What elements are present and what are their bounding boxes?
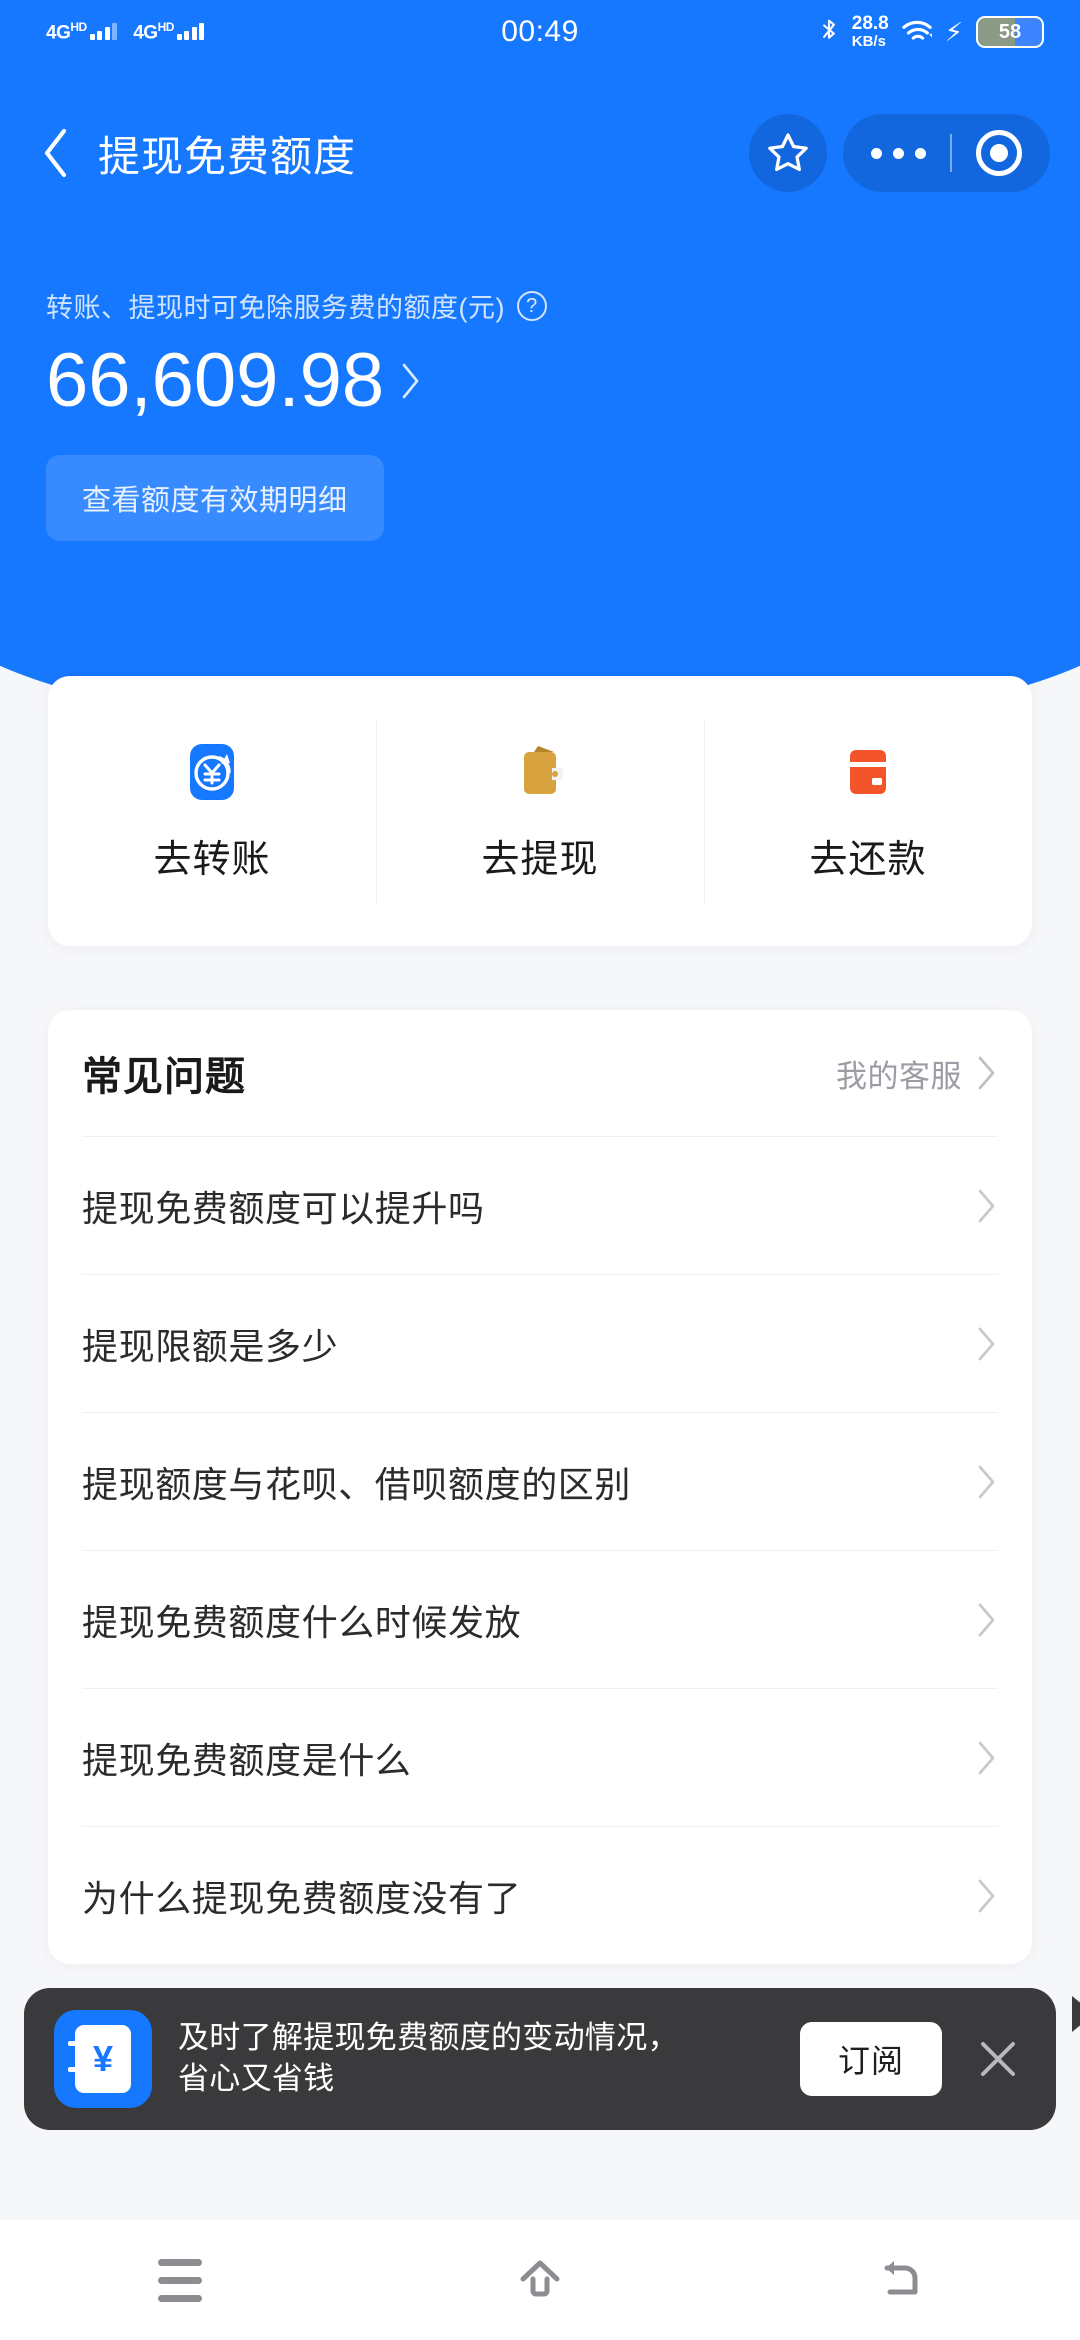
action-withdraw-label: 去提现 [481,838,599,881]
faq-item-label: 提现免费额度是什么 [82,1739,412,1781]
toast-tail [1072,1996,1080,2032]
ledger-yen-icon: ¥ [54,2010,152,2108]
faq-item[interactable]: 为什么提现免费额度没有了 [82,1826,998,1964]
chevron-right-icon [978,1603,995,1636]
chevron-right-icon [978,1879,995,1912]
faq-item-label: 提现额度与花呗、借呗额度的区别 [82,1463,632,1505]
network-speed-value: 28.8 [851,13,889,35]
recents-button[interactable] [80,2220,280,2340]
header-actions [749,114,1050,192]
more-dots-icon[interactable] [871,147,926,159]
faq-item-label: 为什么提现免费额度没有了 [82,1877,522,1919]
back-chevron-icon [44,128,67,178]
faq-item[interactable]: 提现额度与花呗、借呗额度的区别 [82,1412,998,1550]
action-repay-label: 去还款 [809,838,927,881]
faq-item[interactable]: 提现免费额度什么时候发放 [82,1550,998,1688]
app-screen: 4GHD 4GHD 00:49 28.8 KB/s ⚡ 58 提现免费额度 转账… [0,0,1080,2340]
free-quota-amount: 66,609.98 [46,338,385,423]
action-repay[interactable]: 去还款 [704,711,1032,911]
header-menu-pill [843,114,1050,192]
faq-title: 常见问题 [82,1055,246,1099]
star-icon [768,133,808,172]
status-bar: 4GHD 4GHD 00:49 28.8 KB/s ⚡ 58 [0,0,1080,64]
app-header: 提现免费额度 [0,98,1080,208]
charging-bolt-icon: ⚡ [944,17,963,47]
network-speed-unit: KB/s [851,33,886,51]
action-withdraw[interactable]: 去提现 [376,711,704,911]
bluetooth-icon [822,19,835,39]
my-customer-service-label: 我的客服 [836,1058,962,1094]
system-navigation-bar [0,2220,1080,2340]
network-speed: 28.8 KB/s [852,14,889,50]
target-circle-icon[interactable] [976,130,1022,176]
toast-message: 及时了解提现免费额度的变动情况，省心又省钱 [178,2020,679,2096]
close-icon [981,2042,1015,2076]
faq-card: 常见问题 我的客服 提现免费额度可以提升吗 提现限额是多少 提现额度与花呗、借呗… [48,1010,1032,1964]
home-icon [520,2260,560,2297]
battery-percent: 58 [998,20,1022,43]
subscribe-button[interactable]: 订阅 [800,2022,942,2096]
chevron-right-icon [978,1465,995,1498]
hero-section: 转账、提现时可免除服务费的额度(元) ? 66,609.98 查看额度有效期明细 [0,286,1080,541]
toast-close-button[interactable] [970,2031,1026,2087]
pill-divider [950,134,952,172]
faq-item[interactable]: 提现限额是多少 [82,1274,998,1412]
question-mark-icon[interactable]: ? [516,290,547,321]
action-transfer-label: 去转账 [153,838,271,881]
hero-label-text: 转账、提现时可免除服务费的额度(元) [46,293,505,323]
ledger-yen-symbol: ¥ [68,2025,131,2093]
quota-validity-detail-button[interactable]: 查看额度有效期明细 [46,455,384,541]
chevron-right-icon [402,363,419,399]
faq-item-label: 提现免费额度什么时候发放 [82,1601,522,1643]
hero-label-row: 转账、提现时可免除服务费的额度(元) ? [46,286,1080,325]
home-button[interactable] [440,2220,640,2340]
recents-icon [158,2258,202,2302]
page-title: 提现免费额度 [98,132,357,180]
faq-header: 常见问题 我的客服 [82,1010,998,1136]
battery-indicator: 58 [976,16,1044,48]
faq-item[interactable]: 提现免费额度是什么 [82,1688,998,1826]
wifi-icon [902,20,932,40]
action-transfer[interactable]: 去转账 [48,711,376,911]
hero-amount-row[interactable]: 66,609.98 [46,343,1080,419]
faq-item[interactable]: 提现免费额度可以提升吗 [82,1136,998,1274]
credit-card-icon [850,749,886,794]
subscribe-toast: ¥ 及时了解提现免费额度的变动情况，省心又省钱 订阅 [24,1988,1056,2130]
transfer-yen-icon [190,743,234,800]
faq-item-label: 提现免费额度可以提升吗 [82,1187,485,1229]
back-arrow-icon [884,2261,918,2295]
quick-actions-card: 去转账 去提现 去还款 [48,676,1032,946]
my-customer-service-link[interactable]: 我的客服 [836,1051,998,1096]
faq-item-label: 提现限额是多少 [82,1325,339,1367]
chevron-right-icon [978,1189,995,1222]
chevron-right-icon [978,1056,995,1090]
back-button[interactable] [36,125,76,181]
back-button-system[interactable] [800,2220,1000,2340]
wallet-icon [524,745,563,794]
status-bar-right: 28.8 KB/s ⚡ 58 [819,14,1044,50]
chevron-right-icon [978,1327,995,1360]
favorite-button[interactable] [749,114,827,192]
chevron-right-icon [978,1741,995,1774]
